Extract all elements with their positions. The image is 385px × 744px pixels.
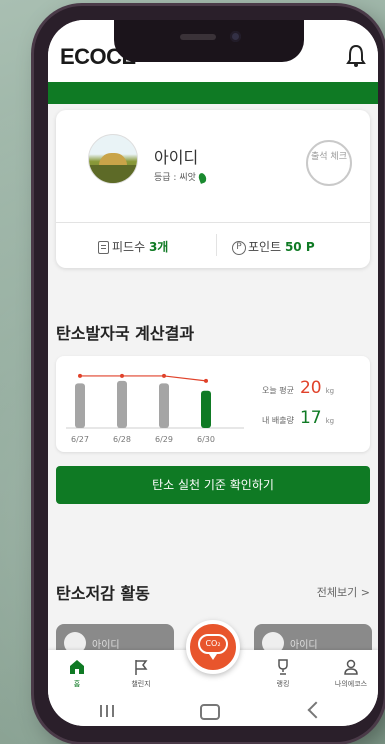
activity-author: 아이디 xyxy=(290,640,318,651)
feed-count-label: 피드수 xyxy=(112,240,146,254)
username: 아이디 xyxy=(154,148,199,167)
emission-chart: 6/27 6/28 6/29 6/30 xyxy=(66,373,244,444)
tab-my-label: 나의에코스 xyxy=(334,680,368,688)
seed-leaf-icon xyxy=(197,171,208,184)
system-navigation-bar xyxy=(48,698,378,726)
feed-count[interactable]: 피드수 3개 xyxy=(98,238,168,255)
avg-value: 20 xyxy=(299,378,322,398)
activity-title: 탄소저감 활동 xyxy=(56,584,150,603)
emission-bar xyxy=(159,383,169,428)
average-line xyxy=(80,375,207,382)
legend-average: 오늘 평균 20 kg xyxy=(262,378,334,398)
person-icon xyxy=(344,659,358,675)
tab-challenge[interactable]: 챌린지 xyxy=(116,658,166,689)
home-icon xyxy=(70,660,84,674)
trophy-icon xyxy=(278,659,288,675)
recents-icon[interactable] xyxy=(98,702,116,720)
view-all-link[interactable]: 전체보기 > xyxy=(317,584,370,600)
flag-icon xyxy=(135,660,148,675)
tab-challenge-label: 챌린지 xyxy=(131,680,151,688)
co2-calculate-button[interactable]: CO₂ xyxy=(186,620,240,674)
bell-icon[interactable] xyxy=(346,44,366,68)
tab-home-label: 홈 xyxy=(73,680,81,688)
speaker xyxy=(180,34,216,40)
avatar-field xyxy=(89,165,137,183)
emission-chart-card: 6/27 6/28 6/29 6/30 오늘 평균 20 kg 내 배출량 17 kg xyxy=(56,356,370,452)
average-point xyxy=(162,373,166,378)
tab-my[interactable]: 나의에코스 xyxy=(326,658,376,689)
home-nav-icon[interactable] xyxy=(200,704,220,720)
back-icon[interactable] xyxy=(307,701,325,719)
activity-author: 아이디 xyxy=(92,640,120,651)
down-arrow-icon xyxy=(209,654,217,660)
mine-unit: kg xyxy=(325,417,335,425)
profile-card: 아이디 등급 : 씨앗 출석 체크 피드수 3개 P 포인트 50 P xyxy=(56,110,370,268)
tab-home[interactable]: 홈 xyxy=(52,658,102,689)
average-point xyxy=(78,373,82,378)
average-point xyxy=(204,378,208,383)
co2-cloud-icon: CO₂ xyxy=(198,634,228,654)
x-tick-label: 6/30 xyxy=(197,435,215,444)
document-icon xyxy=(98,241,109,254)
grade-text: 등급 : 씨앗 xyxy=(154,173,196,183)
point-value: 50 P xyxy=(284,240,315,254)
x-tick-label: 6/27 xyxy=(71,435,89,444)
tab-ranking[interactable]: 랭킹 xyxy=(258,658,308,689)
avg-label: 오늘 평균 xyxy=(262,386,294,395)
point-label: 포인트 xyxy=(248,240,282,254)
point-icon: P xyxy=(232,240,246,255)
emission-bar xyxy=(75,383,85,428)
emission-bar xyxy=(201,390,211,428)
x-tick-label: 6/29 xyxy=(155,435,173,444)
camera-notch xyxy=(114,20,304,62)
check-criteria-button[interactable]: 탄소 실천 기준 확인하기 xyxy=(56,466,370,504)
tab-ranking-label: 랭킹 xyxy=(276,680,290,688)
average-point xyxy=(120,373,124,378)
attendance-check-button[interactable]: 출석 체크 xyxy=(306,140,352,186)
result-title: 탄소발자국 계산결과 xyxy=(56,324,195,343)
x-tick-label: 6/28 xyxy=(113,435,131,444)
feed-count-value: 3개 xyxy=(148,240,169,254)
legend-mine: 내 배출량 17 kg xyxy=(262,408,334,428)
app-screen: ECOCE 아이디 등급 : 씨앗 출석 체크 피드수 3개 P 포인트 50 … xyxy=(48,20,378,726)
mine-value: 17 xyxy=(299,408,322,428)
point-balance[interactable]: P 포인트 50 P xyxy=(232,238,315,255)
avatar[interactable] xyxy=(88,134,138,184)
divider xyxy=(56,222,370,223)
header-accent-bar xyxy=(48,82,378,104)
emission-bar xyxy=(117,380,127,428)
divider-vertical xyxy=(216,234,217,256)
grade-label: 등급 : 씨앗 xyxy=(154,170,208,184)
phone-frame: ECOCE 아이디 등급 : 씨앗 출석 체크 피드수 3개 P 포인트 50 … xyxy=(34,6,384,742)
camera xyxy=(230,31,241,42)
mine-label: 내 배출량 xyxy=(262,416,294,425)
avg-unit: kg xyxy=(325,387,335,395)
